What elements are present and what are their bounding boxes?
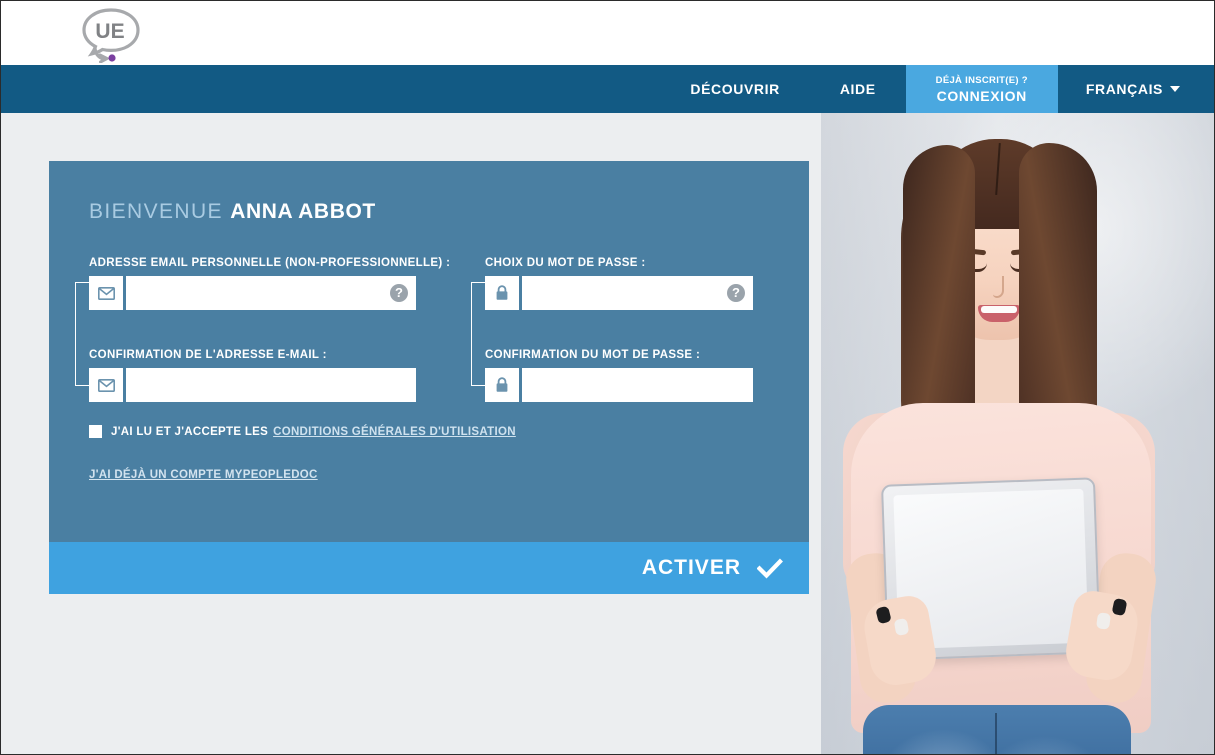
chevron-down-icon xyxy=(1170,86,1180,92)
nose xyxy=(993,276,1004,298)
terms-conditions-link[interactable]: CONDITIONS GÉNÉRALES D'UTILISATION xyxy=(273,426,516,438)
password-input-wrapper: ? xyxy=(522,276,753,310)
activation-form-panel: BIENVENUE ANNA ABBOT ADRESSE EMAIL PERSO… xyxy=(49,161,809,594)
fingernail xyxy=(893,617,910,637)
main-navigation: DÉCOUVRIR AIDE DÉJÀ INSCRIT(E) ? CONNEXI… xyxy=(1,65,1214,113)
jeans-seam xyxy=(995,713,997,754)
welcome-user-name: ANNA ABBOT xyxy=(230,200,376,223)
nav-item-connexion-label: CONNEXION xyxy=(936,87,1027,104)
nav-item-aide[interactable]: AIDE xyxy=(810,65,906,113)
check-icon xyxy=(757,558,783,578)
terms-text: J'AI LU ET J'ACCEPTE LES xyxy=(111,425,269,438)
password-field-row: ? xyxy=(485,276,753,310)
speech-bubble-logo[interactable]: UE xyxy=(79,5,143,64)
email-confirm-field-row xyxy=(89,368,416,402)
lock-icon xyxy=(485,368,519,402)
nav-item-decouvrir[interactable]: DÉCOUVRIR xyxy=(660,65,809,113)
email-confirm-input[interactable] xyxy=(126,368,416,402)
terms-row: J'AI LU ET J'ACCEPTE LES CONDITIONS GÉNÉ… xyxy=(89,425,516,438)
lock-icon-svg xyxy=(496,377,508,392)
envelope-icon xyxy=(89,276,123,310)
email-input[interactable] xyxy=(126,276,416,310)
smiling-mouth xyxy=(978,305,1020,322)
password-confirm-field-row xyxy=(485,368,753,402)
welcome-prefix: BIENVENUE xyxy=(89,200,223,223)
language-text: FRANÇAIS xyxy=(1085,81,1163,97)
logo-bar: UE xyxy=(1,1,1214,65)
nav-item-list: DÉCOUVRIR AIDE DÉJÀ INSCRIT(E) ? CONNEXI… xyxy=(660,65,1214,113)
password-confirm-input-wrapper xyxy=(522,368,753,402)
teeth xyxy=(981,306,1017,313)
woman-with-tablet-photo xyxy=(821,113,1214,754)
lock-icon xyxy=(485,276,519,310)
logo-dot xyxy=(108,54,116,62)
password-confirm-input[interactable] xyxy=(522,368,753,402)
activate-button[interactable]: ACTIVER xyxy=(49,542,809,594)
email-help-question-mark-icon[interactable]: ? xyxy=(390,284,408,302)
email-input-wrapper: ? xyxy=(126,276,416,310)
jeans-fade-highlight xyxy=(879,727,1109,754)
password-help-question-mark-icon[interactable]: ? xyxy=(727,284,745,302)
envelope-icon xyxy=(89,368,123,402)
email-field-label: ADRESSE EMAIL PERSONNELLE (NON-PROFESSIO… xyxy=(89,257,451,269)
nav-item-language[interactable]: FRANÇAIS xyxy=(1058,65,1214,113)
envelope-icon-svg xyxy=(97,286,115,300)
email-confirm-input-wrapper xyxy=(126,368,416,402)
nav-item-language-label: FRANÇAIS xyxy=(1086,81,1180,97)
page-root: UE DÉCOUVRIR AIDE DÉJÀ INSCRIT(E) ? CONN… xyxy=(0,0,1215,755)
logo-svg: UE xyxy=(82,8,140,64)
hair-strand-left xyxy=(903,145,975,445)
envelope-icon-svg xyxy=(97,378,115,392)
email-field-row: ? xyxy=(89,276,416,310)
svg-text:UE: UE xyxy=(95,20,124,43)
welcome-heading: BIENVENUE ANNA ABBOT xyxy=(89,200,376,224)
existing-account-link[interactable]: J'AI DÉJÀ UN COMPTE MYPEOPLEDOC xyxy=(89,469,318,481)
activate-button-label: ACTIVER xyxy=(641,556,741,579)
photo-person xyxy=(821,113,1214,754)
password-confirm-field-label: CONFIRMATION DU MOT DE PASSE : xyxy=(485,349,701,361)
nav-item-aide-label: AIDE xyxy=(839,81,876,97)
password-field-bracket xyxy=(471,282,485,386)
nav-item-connexion-sublabel: DÉJÀ INSCRIT(E) ? xyxy=(935,74,1028,86)
terms-checkbox[interactable] xyxy=(89,425,102,438)
nav-item-decouvrir-label: DÉCOUVRIR xyxy=(690,81,780,97)
nav-item-connexion[interactable]: DÉJÀ INSCRIT(E) ? CONNEXION xyxy=(905,65,1058,113)
password-input[interactable] xyxy=(522,276,753,310)
lock-icon-svg xyxy=(496,285,508,300)
email-field-bracket xyxy=(75,282,89,386)
password-field-label: CHOIX DU MOT DE PASSE : xyxy=(485,257,646,269)
email-confirm-field-label: CONFIRMATION DE L'ADRESSE E-MAIL : xyxy=(89,349,327,361)
